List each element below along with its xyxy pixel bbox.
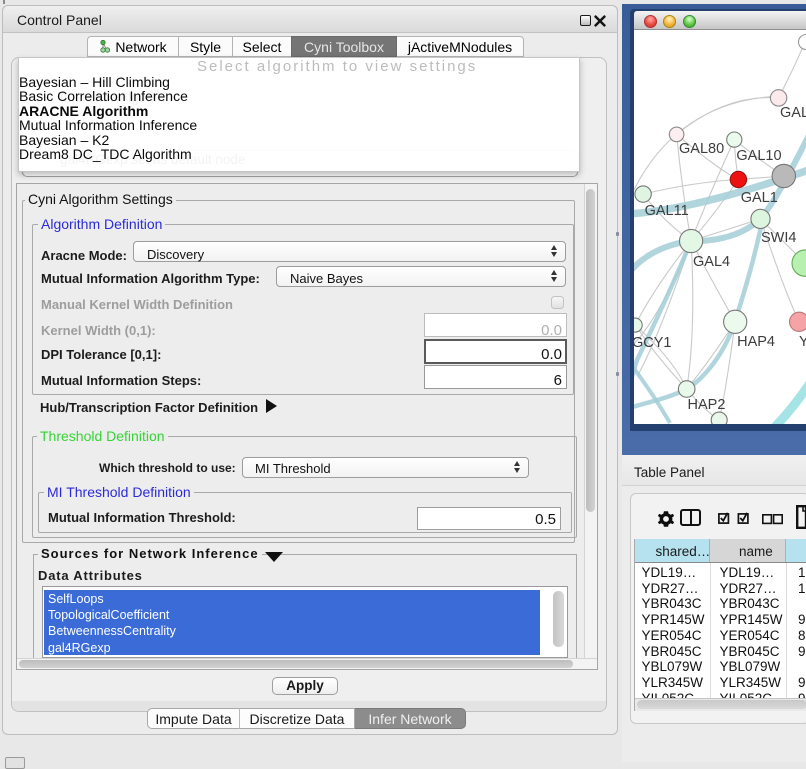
svg-text:HAP2: HAP2 [688, 397, 726, 413]
svg-text:HAP4: HAP4 [737, 334, 775, 350]
svg-text:GAL4: GAL4 [693, 254, 730, 270]
svg-text:SWI4: SWI4 [761, 230, 796, 246]
svg-text:Y: Y [799, 334, 806, 350]
svg-text:GAL2: GAL2 [780, 105, 806, 121]
svg-text:GAL80: GAL80 [679, 141, 724, 157]
svg-text:GAL10: GAL10 [736, 148, 781, 164]
svg-text:GAL11: GAL11 [645, 203, 689, 219]
svg-text:GCY1: GCY1 [634, 335, 672, 351]
svg-text:GAL1: GAL1 [741, 190, 778, 206]
